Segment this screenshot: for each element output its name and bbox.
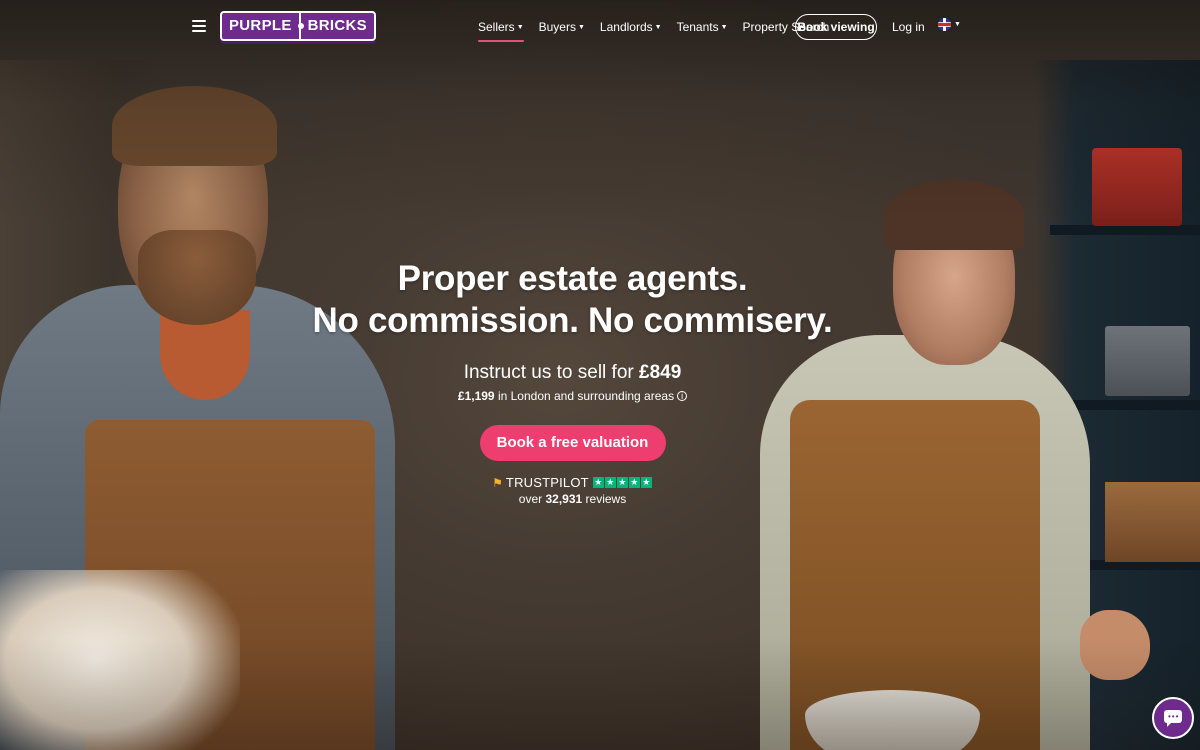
chevron-down-icon[interactable]: ▼ [954,21,961,28]
london-price-line: £1,199 in London and surrounding areas i [300,389,845,403]
book-free-valuation-button[interactable]: Book a free valuation [479,425,666,461]
chevron-down-icon: ▼ [516,24,524,31]
trustpilot-label: TRUSTPILOT [505,475,589,490]
trustpilot-logo-icon: ⚑ [492,475,503,490]
trustpilot-stars: ★ ★ ★ ★ ★ [592,477,653,488]
star-icon: ★ [616,477,628,488]
london-price: £1,199 [457,389,495,403]
main-menu: Sellers ▼ Buyers ▼ Landlords ▼ Tenants ▼ Pro… [478,20,844,42]
sale-price: £849 [639,362,682,383]
hero-section: Proper estate agents. No commission. No … [300,258,845,506]
chevron-down-icon: ▼ [577,24,585,31]
top-navbar: PURPLE BRICKS Sellers ▼ Buyers ▼ Landlords… [0,0,1200,56]
chevron-down-icon: ▼ [654,24,662,31]
uk-flag-icon[interactable] [938,18,951,31]
chat-bubble-icon[interactable]: ••• [1152,697,1194,739]
book-viewing-button[interactable]: Book viewing [795,14,877,40]
chevron-down-icon: ▼ [720,24,728,31]
star-icon: ★ [628,477,640,488]
trustpilot-rating[interactable]: ⚑ TRUSTPILOT ★ ★ ★ ★ ★ [300,475,845,490]
hamburger-menu-icon[interactable] [192,20,206,32]
reviews-count: over 32,931 reviews [518,492,627,506]
hero-price-line: Instruct us to sell for £849 [463,362,682,383]
nav-item-buyers[interactable]: Buyers ▼ [539,20,585,34]
logo-text-left: PURPLE [220,11,301,41]
nav-item-sellers[interactable]: Sellers ▼ [478,20,524,42]
star-icon: ★ [604,477,616,488]
star-icon: ★ [592,477,604,488]
hero-headline: Proper estate agents. No commission. No … [312,259,833,340]
purplebricks-logo[interactable]: PURPLE BRICKS [220,11,376,41]
logo-text-right: BRICKS [298,11,376,41]
login-link[interactable]: Log in [892,20,925,34]
nav-item-landlords[interactable]: Landlords ▼ [600,20,662,34]
star-icon: ★ [640,477,652,488]
info-icon[interactable]: i [677,391,688,401]
nav-item-tenants[interactable]: Tenants ▼ [677,20,728,34]
